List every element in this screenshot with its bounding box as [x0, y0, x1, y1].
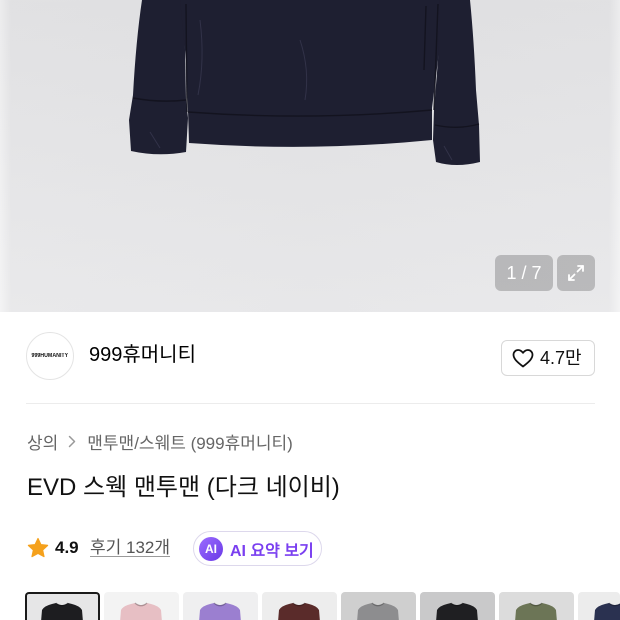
swatch-thumbnail: [199, 602, 241, 620]
color-swatch-strip: [0, 592, 620, 620]
brand-logo-text: 999HUMANITY: [31, 353, 69, 359]
color-swatch[interactable]: [104, 592, 179, 620]
ai-summary-label: AI 요약 보기: [230, 542, 314, 560]
swatch-thumbnail: [594, 602, 620, 620]
expand-button[interactable]: [557, 255, 595, 291]
rating-value: 4.9: [55, 538, 79, 557]
ai-badge-icon: AI: [199, 536, 223, 561]
star-icon: [27, 537, 49, 558]
reviews-link[interactable]: 후기 132개: [90, 537, 170, 559]
chevron-right-icon: [69, 435, 76, 447]
color-swatch[interactable]: [183, 592, 258, 620]
expand-icon: [568, 265, 584, 281]
heart-outline-icon: [512, 349, 534, 368]
image-counter-text: 1 / 7: [506, 263, 542, 283]
color-swatch[interactable]: [578, 592, 620, 620]
divider: [26, 403, 595, 404]
color-swatch[interactable]: [262, 592, 337, 620]
swatch-thumbnail: [357, 602, 399, 620]
color-swatch[interactable]: [420, 592, 495, 620]
ai-summary-button[interactable]: AI AI 요약 보기: [193, 531, 322, 566]
swatch-thumbnail: [436, 602, 478, 620]
image-counter: 1 / 7: [495, 255, 553, 291]
like-count: 4.7만: [540, 348, 582, 368]
color-swatch-selected[interactable]: [25, 592, 100, 620]
color-swatch[interactable]: [499, 592, 574, 620]
breadcrumb-category[interactable]: 상의: [27, 429, 58, 454]
brand-logo[interactable]: 999HUMANITY: [26, 332, 74, 380]
swatch-thumbnail: [41, 602, 83, 620]
breadcrumb: 상의 맨투맨/스웨트 (999휴머니티): [27, 429, 293, 453]
breadcrumb-subcategory[interactable]: 맨투맨/스웨트 (999휴머니티): [87, 429, 293, 454]
product-image-gallery[interactable]: 1 / 7: [0, 0, 620, 312]
brand-name[interactable]: 999휴머니티: [89, 343, 196, 367]
product-title: EVD 스웩 맨투맨 (다크 네이비): [27, 474, 340, 501]
swatch-thumbnail: [120, 602, 162, 620]
like-button[interactable]: 4.7만: [501, 340, 595, 376]
swatch-thumbnail: [515, 602, 557, 620]
swatch-thumbnail: [278, 602, 320, 620]
color-swatch[interactable]: [341, 592, 416, 620]
